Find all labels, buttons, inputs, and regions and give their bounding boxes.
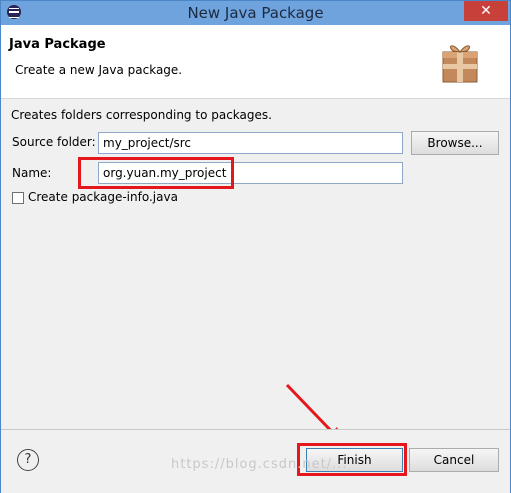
highlight-box-name [78,157,234,189]
package-info-checkbox[interactable] [12,192,24,204]
close-button[interactable]: ✕ [464,1,508,21]
wizard-content: Creates folders corresponding to package… [1,99,510,429]
wizard-title: Java Package [9,37,106,52]
hint-text: Creates folders corresponding to package… [11,108,272,122]
wizard-header: Java Package Create a new Java package. [1,25,510,99]
title-bar[interactable]: New Java Package ✕ [1,1,510,25]
window-title: New Java Package [187,4,324,22]
help-icon[interactable]: ? [17,449,39,471]
cancel-button[interactable]: Cancel [409,448,499,472]
wizard-description: Create a new Java package. [15,63,183,77]
source-folder-input[interactable] [98,132,403,154]
name-label: Name: [12,166,52,180]
new-java-package-dialog: New Java Package ✕ Java Package Create a… [0,0,511,493]
source-folder-label: Source folder: [12,135,96,149]
browse-button[interactable]: Browse... [411,131,499,155]
package-icon [442,45,478,83]
watermark-text: https://blog.csdn.net/... [171,457,348,472]
package-info-label: Create package-info.java [28,190,178,204]
